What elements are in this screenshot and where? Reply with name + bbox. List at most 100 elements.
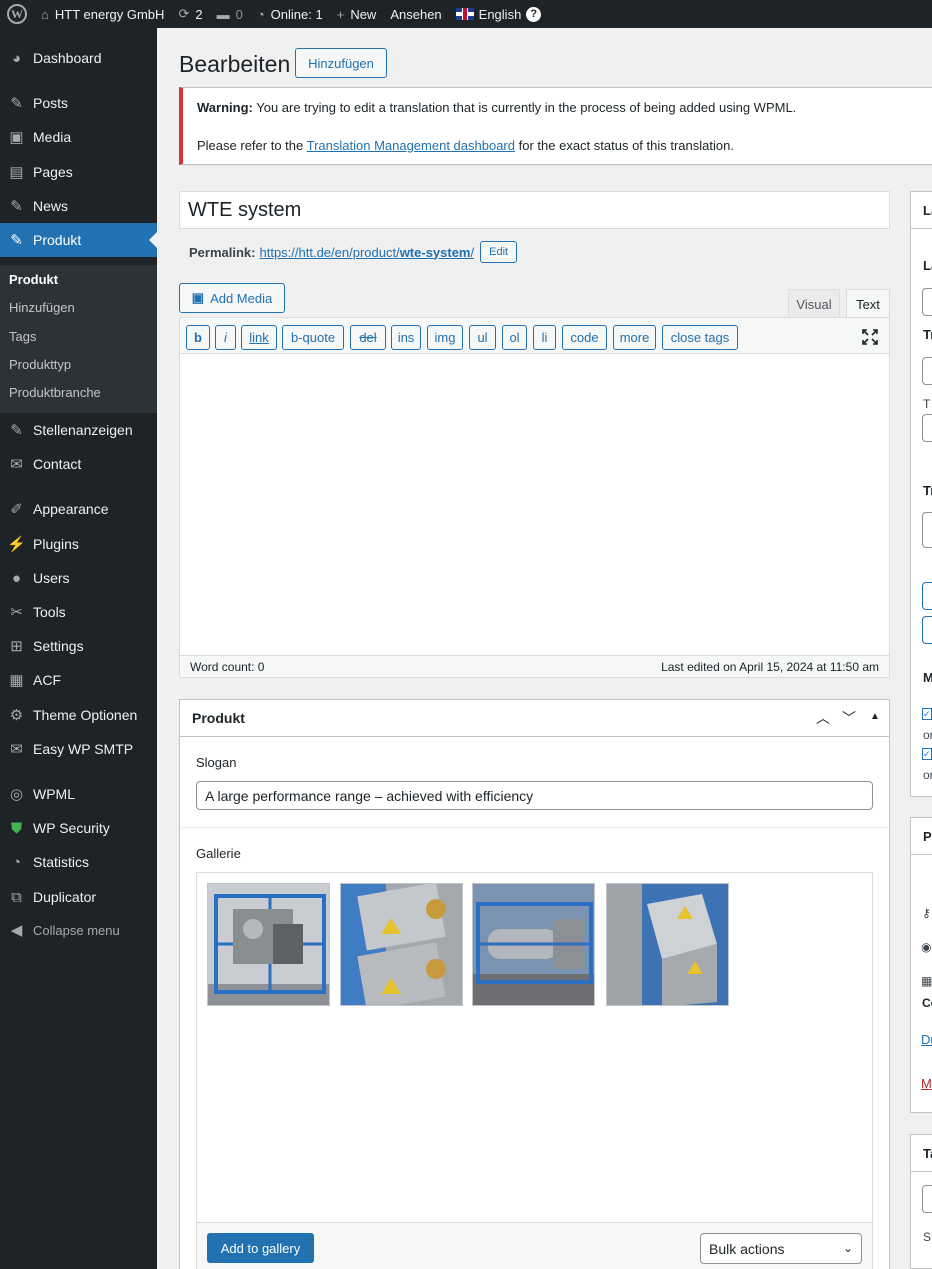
side-button[interactable]: [922, 582, 932, 610]
plant-photo-icon: [473, 884, 594, 1005]
menu-wpml[interactable]: ◎ WPML: [0, 777, 157, 811]
translation-management-link[interactable]: Translation Management dashboard: [307, 138, 515, 153]
notice-warning-label: Warning:: [197, 100, 253, 115]
qt-blockquote-button[interactable]: b-quote: [282, 325, 344, 350]
menu-settings[interactable]: ⊞ Settings: [0, 629, 157, 663]
new-label: New: [350, 6, 377, 22]
qt-img-button[interactable]: img: [427, 325, 463, 350]
menu-news[interactable]: ✎ News: [0, 189, 157, 223]
admin-sidebar: ◕ Dashboard ✎ Posts ▣ Media ▤ Pages ✎ News ✎ P…: [0, 28, 157, 1269]
submenu-produkttyp[interactable]: Produkttyp: [9, 357, 71, 372]
gallery-container: Add to gallery Bulk actions ⌄: [196, 872, 873, 1269]
add-media-button[interactable]: ▣ Add Media: [179, 283, 285, 313]
menu-posts[interactable]: ✎ Posts: [0, 86, 157, 120]
qt-del-button[interactable]: del: [350, 325, 386, 350]
menu-tools[interactable]: ✂ Tools: [0, 595, 157, 629]
duplicate-link[interactable]: Du: [921, 1032, 932, 1047]
menu-wp-security[interactable]: ⛊ WP Security: [0, 811, 157, 845]
post-title-input[interactable]: WTE system: [179, 191, 890, 229]
online-users-link[interactable]: ◔ Online: 1: [250, 0, 330, 28]
menu-users[interactable]: ● Users: [0, 561, 157, 595]
add-media-label: Add Media: [210, 290, 273, 306]
menu-label: WP Security: [33, 820, 110, 836]
qt-italic-button[interactable]: i: [215, 325, 236, 350]
gallery-image[interactable]: [207, 883, 330, 1006]
pages-icon: ▤: [9, 164, 24, 181]
gallery-image[interactable]: [606, 883, 729, 1006]
key-icon: ⚷: [922, 906, 931, 920]
permalink-url[interactable]: https://htt.de/en/product/wte-system/: [259, 245, 474, 260]
qt-li-button[interactable]: li: [533, 325, 556, 350]
menu-statistics[interactable]: ◔ Statistics: [0, 845, 157, 879]
pin-icon: ✎: [10, 232, 23, 249]
menu-dashboard[interactable]: ◕ Dashboard: [0, 41, 157, 75]
slogan-input[interactable]: A large performance range – achieved wit…: [196, 781, 873, 810]
site-name: HTT energy GmbH: [54, 6, 165, 22]
language-switcher[interactable]: English ?: [449, 0, 549, 28]
side-header: P: [911, 818, 932, 855]
menu-appearance[interactable]: ✐ Appearance: [0, 492, 157, 526]
wordpress-logo[interactable]: W: [0, 0, 34, 28]
menu-label: Pages: [33, 164, 73, 180]
submenu-tags[interactable]: Tags: [9, 329, 36, 344]
move-down-icon[interactable]: ﹀: [842, 708, 856, 728]
qt-ins-button[interactable]: ins: [391, 325, 421, 350]
notice-prefix: Please refer to the: [197, 138, 304, 153]
checkbox-checked-icon[interactable]: ✓: [922, 748, 932, 760]
menu-label: Contact: [33, 456, 82, 472]
permalink-url-suffix: /: [470, 244, 475, 260]
gallery-image[interactable]: [472, 883, 595, 1006]
translation-input[interactable]: [922, 414, 932, 442]
menu-contact[interactable]: ✉ Contact: [0, 447, 157, 481]
submenu-produktbranche[interactable]: Produktbranche: [9, 385, 101, 400]
qt-close-tags-button[interactable]: close tags: [662, 325, 738, 350]
submenu-hinzufuegen[interactable]: Hinzufügen: [9, 300, 75, 315]
move-to-trash-link[interactable]: M: [921, 1076, 932, 1091]
menu-easy-wp-smtp[interactable]: ✉ Easy WP SMTP: [0, 732, 157, 766]
comments-link[interactable]: ▬ 0: [210, 0, 250, 28]
bulk-actions-select[interactable]: Bulk actions ⌄: [700, 1233, 862, 1264]
fullscreen-icon[interactable]: [862, 329, 878, 345]
content-textarea[interactable]: [179, 354, 890, 656]
move-up-icon[interactable]: ︿: [816, 708, 830, 728]
add-new-button[interactable]: Hinzufügen: [295, 48, 387, 78]
submenu-produkt[interactable]: Produkt: [9, 272, 58, 287]
side-button[interactable]: [922, 616, 932, 644]
add-to-gallery-button[interactable]: Add to gallery: [207, 1233, 314, 1263]
language-select[interactable]: [922, 288, 932, 316]
permalink-edit-button[interactable]: Edit: [480, 241, 518, 263]
collapse-menu-button[interactable]: ◀ Collapse menu: [0, 913, 157, 947]
collapse-label: Collapse menu: [33, 922, 120, 938]
translation-dropdown[interactable]: [922, 512, 932, 548]
menu-acf[interactable]: ▦ ACF: [0, 663, 157, 697]
qt-link-button[interactable]: link: [241, 325, 277, 350]
tags-input[interactable]: [922, 1185, 932, 1213]
updates-count: 2: [195, 6, 203, 22]
site-name-link[interactable]: ⌂ HTT energy GmbH: [34, 0, 171, 28]
tab-visual[interactable]: Visual: [788, 289, 840, 318]
menu-stellenanzeigen[interactable]: ✎ Stellenanzeigen: [0, 413, 157, 447]
menu-produkt[interactable]: ✎ Produkt: [0, 223, 157, 257]
online-count: Online: 1: [270, 6, 323, 22]
toggle-panel-icon[interactable]: ▲: [870, 711, 880, 722]
qt-ol-button[interactable]: ol: [502, 325, 527, 350]
qt-ul-button[interactable]: ul: [469, 325, 496, 350]
menu-duplicator[interactable]: ⧉ Duplicator: [0, 880, 157, 914]
help-icon[interactable]: ?: [526, 6, 542, 22]
qt-more-button[interactable]: more: [613, 325, 656, 350]
menu-label: Users: [33, 570, 70, 586]
gallery-image[interactable]: [340, 883, 463, 1006]
qt-code-button[interactable]: code: [562, 325, 607, 350]
updates-link[interactable]: ⟳ 2: [171, 0, 209, 28]
new-content-link[interactable]: + New: [330, 0, 384, 28]
checkbox-checked-icon[interactable]: ✓: [922, 708, 932, 720]
tab-text[interactable]: Text: [846, 289, 890, 319]
notice-line-1: Warning: You are trying to edit a transl…: [197, 100, 796, 115]
menu-media[interactable]: ▣ Media: [0, 120, 157, 154]
qt-bold-button[interactable]: b: [186, 325, 210, 350]
translation-of-select[interactable]: [922, 357, 932, 385]
menu-pages[interactable]: ▤ Pages: [0, 155, 157, 189]
menu-theme-optionen[interactable]: ⚙ Theme Optionen: [0, 698, 157, 732]
view-link[interactable]: Ansehen: [383, 0, 448, 28]
menu-plugins[interactable]: ⚡ Plugins: [0, 527, 157, 561]
